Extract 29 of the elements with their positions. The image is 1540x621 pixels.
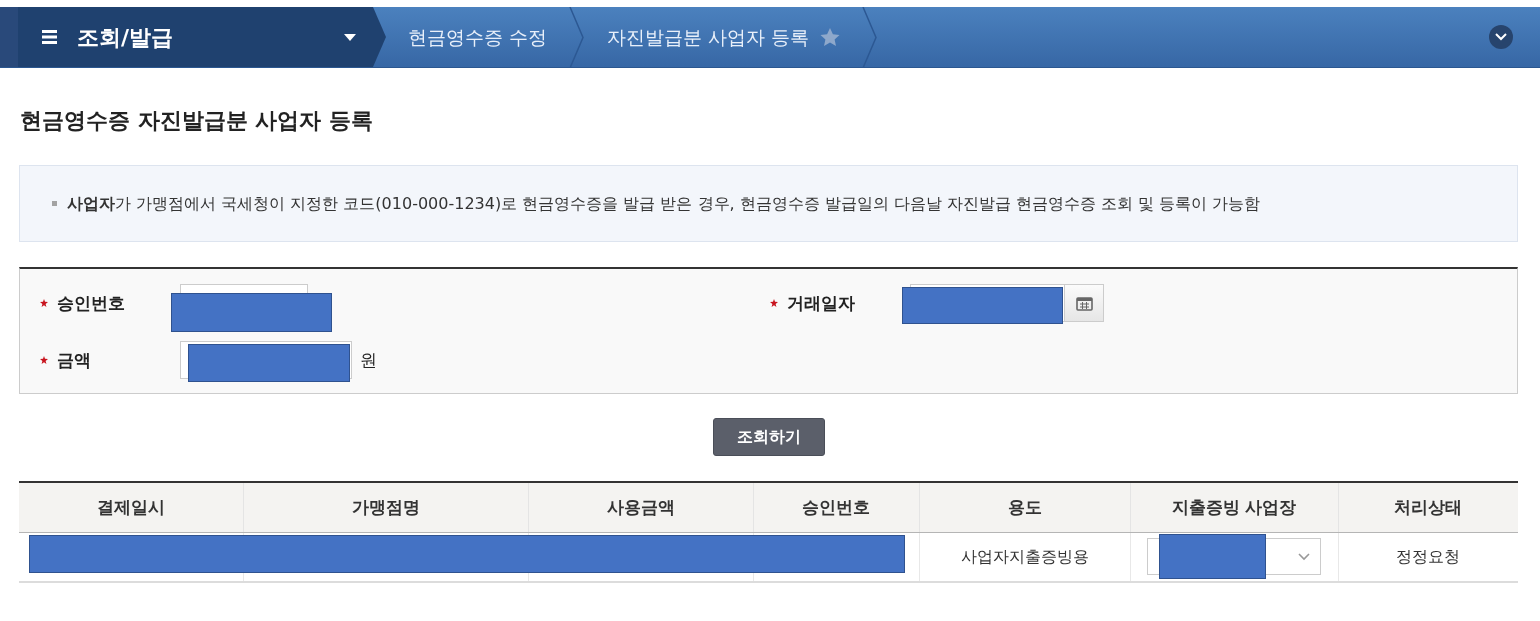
page-title: 현금영수증 자진발급분 사업자 등록	[20, 107, 374, 135]
table-cell: 정정요청	[1338, 532, 1518, 582]
star-icon[interactable]	[820, 27, 841, 47]
column-header: 승인번호	[753, 482, 919, 532]
chevron-down-icon	[1495, 33, 1507, 41]
field-label: 금액	[57, 349, 92, 372]
caret-down-icon	[344, 33, 356, 41]
menu-icon	[42, 30, 57, 44]
column-header: 지출증빙 사업장	[1130, 482, 1338, 532]
approval-number-field[interactable]	[171, 284, 332, 332]
notice-text: 사업자가 가맹점에서 국세청이 지정한 코드(010-000-1234)로 현금영수증을 발급 받은 경우, 현금영수증 발급일의 다음날 자진발급 현금영수증 조회 및 등록이 가능함	[67, 192, 1261, 215]
field-label: 승인번호	[57, 292, 126, 315]
field-label: 거래일자	[787, 292, 856, 315]
menu-dropdown[interactable]: 조회/발급	[0, 7, 386, 67]
table-cell: 사업자지출증빙용	[919, 532, 1130, 582]
column-header: 결제일시	[19, 482, 243, 532]
collapse-button[interactable]	[1489, 25, 1513, 49]
breadcrumb-link[interactable]: 현금영수증 수정	[408, 22, 548, 52]
column-header: 처리상태	[1338, 482, 1518, 532]
calendar-icon	[1075, 295, 1093, 311]
column-header: 용도	[919, 482, 1130, 532]
calendar-button[interactable]	[1065, 284, 1104, 322]
bullet-icon	[52, 201, 57, 206]
chevron-down-icon	[1298, 552, 1310, 561]
column-header: 가맹점명	[243, 482, 528, 532]
search-button[interactable]: 조회하기	[712, 418, 825, 456]
breadcrumb-link[interactable]: 자진발급분 사업자 등록	[607, 22, 810, 52]
column-header: 사용금액	[528, 482, 753, 532]
unit-label: 원	[360, 349, 377, 372]
